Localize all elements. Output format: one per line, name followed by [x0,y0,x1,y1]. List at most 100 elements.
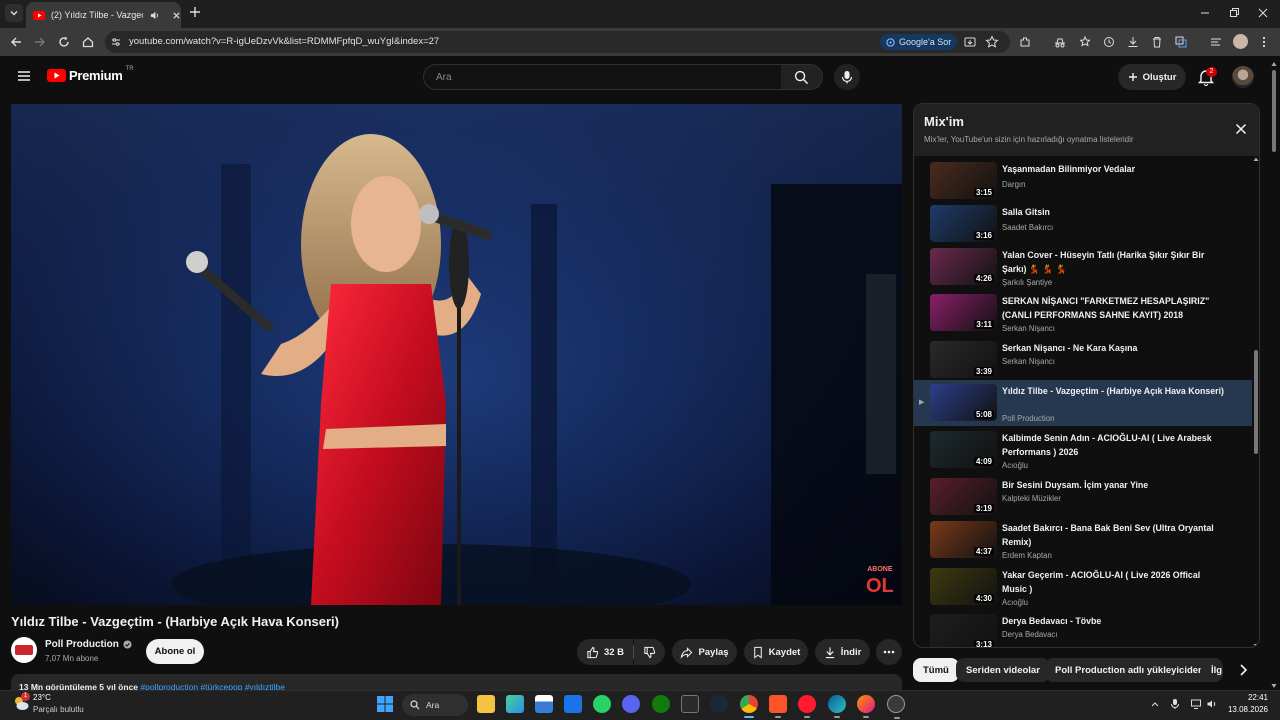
browser-tab-active[interactable]: (2) Yıldız Tilbe - Vazgeçtim [26,2,181,28]
playlist-item-now-playing[interactable]: ▶ 5:08 Yıldız Tilbe - Vazgeçtim - (Harbi… [914,380,1252,426]
playlist-scrollbar[interactable] [1252,156,1260,648]
url-text[interactable]: youtube.com/watch?v=R-igUeDzvVk&list=RDM… [129,36,439,47]
restore-icon[interactable] [1227,6,1241,20]
opera-icon[interactable] [798,695,816,718]
create-button[interactable]: Oluştur [1118,64,1186,90]
extensions-icon[interactable] [1018,35,1032,49]
reading-list-icon[interactable] [1209,35,1223,49]
edge-icon[interactable] [828,695,846,718]
channel-name[interactable]: Poll Production [45,639,132,650]
playlist-item-title: Saadet Bakırcı - Bana Bak Beni Sev (Ultr… [1002,523,1214,547]
close-tab-icon[interactable] [172,11,181,20]
discord-icon[interactable] [622,695,640,713]
playlist-item[interactable]: 3:19 Bir Sesini Duysam. İçim yanar Yine … [914,474,1252,520]
page-scrollbar[interactable] [1270,60,1278,690]
playlist-item-channel: Serkan Nişancı [1002,357,1055,366]
search-button[interactable] [781,64,823,90]
taskbar-search[interactable]: Ara [402,694,468,716]
network-icon[interactable] [1190,698,1202,710]
duration: 4:26 [973,274,994,283]
playlist-item[interactable]: 3:16 Salla Gitsin Saadet Bakırcı [914,201,1252,247]
hamburger-menu-icon[interactable] [16,68,32,84]
microphone-icon[interactable] [1169,698,1181,710]
chip-series-videos[interactable]: Seriden videolar [956,658,1050,682]
opera-gx-icon[interactable] [887,695,905,719]
copilot-icon[interactable] [506,695,524,713]
translate-icon[interactable] [1174,35,1188,49]
minimize-icon[interactable] [1198,6,1212,20]
like-button[interactable]: 32 B [577,639,633,665]
whatsapp-icon[interactable] [593,695,611,713]
more-actions-button[interactable] [876,639,902,665]
playlist-item[interactable]: 3:11 SERKAN NİŞANCI "FARKETMEZ HESAPLAŞI… [914,290,1252,336]
downloads-icon[interactable] [1126,35,1140,49]
dislike-button[interactable] [634,639,665,665]
outlook-icon[interactable] [564,695,582,713]
clock-time[interactable]: 22:41 [1240,693,1268,702]
forward-icon[interactable] [33,35,47,49]
playlist-item[interactable]: 4:09 Kalbimde Senin Adın - ACIOĞLU-AI ( … [914,427,1252,473]
country-code: TR [125,65,134,72]
brave-icon[interactable] [769,695,787,718]
chrome-icon[interactable] [740,695,758,718]
chevron-right-icon[interactable] [1233,660,1253,680]
profile-avatar[interactable] [1233,34,1248,49]
volume-icon[interactable] [1206,698,1218,710]
google-ask-button[interactable]: Google'a Sor [880,34,958,50]
history-icon[interactable] [1102,35,1116,49]
playlist-title: Mix'im [924,114,964,129]
playlist-item-title: SERKAN NİŞANCI "FARKETMEZ HESAPLAŞIRIZ" … [1002,296,1210,320]
more-menu-icon[interactable] [1257,35,1271,49]
xbox-icon[interactable] [652,695,670,713]
playlist-item[interactable]: 4:37 Saadet Bakırcı - Bana Bak Beni Sev … [914,517,1252,563]
weather-description[interactable]: Parçalı bulutlu [33,705,84,714]
tab-search-button[interactable] [5,4,23,22]
firefox-icon[interactable] [857,695,875,718]
save-button[interactable]: Kaydet [744,639,808,665]
account-avatar[interactable] [1232,66,1254,88]
incognito-icon[interactable] [1053,35,1067,49]
microsoft-store-icon[interactable] [535,695,553,713]
close-icon[interactable] [1234,122,1248,136]
bookmark-star-icon[interactable] [985,35,999,49]
site-settings-icon[interactable] [111,37,121,47]
install-app-icon[interactable] [963,35,977,49]
voice-search-button[interactable] [834,64,860,90]
chip-uploader-videos[interactable]: Poll Production adlı yükleyiciden [1045,658,1214,682]
bookmarks-icon[interactable] [1078,35,1092,49]
chip-related[interactable]: İlg [1201,658,1223,682]
share-button[interactable]: Paylaş [672,639,737,665]
channel-avatar[interactable] [11,637,37,663]
playlist-item[interactable]: 3:13 Derya Bedavacı - Tövbe Derya Bedava… [914,610,1252,647]
window-close-icon[interactable] [1256,6,1270,20]
playlist-item[interactable]: 4:30 Yakar Geçerim - ACIOĞLU-AI ( Live 2… [914,564,1252,610]
video-player[interactable] [11,104,902,605]
file-explorer-icon[interactable] [477,695,495,713]
home-icon[interactable] [81,35,95,49]
channel-name-text: Poll Production [45,639,119,650]
youtube-premium-logo[interactable]: Premium TR [47,65,134,83]
video-thumbnail: 5:08 [930,384,997,421]
duration: 3:11 [974,320,994,329]
playlist-item[interactable]: 3:39 Serkan Nişancı - Ne Kara Kaşına Ser… [914,337,1252,383]
download-button[interactable]: İndir [815,639,870,665]
playlist-item[interactable]: 3:15 Yaşanmadan Bilinmiyor Vedalar Dargı… [914,158,1252,204]
new-tab-icon[interactable] [188,5,202,19]
back-icon[interactable] [9,35,23,49]
video-thumbnail: 4:09 [930,431,997,468]
search-input[interactable]: Ara [423,64,782,90]
windows-start-icon[interactable] [376,695,394,713]
delete-icon[interactable] [1150,35,1164,49]
reload-icon[interactable] [57,35,71,49]
subscribe-button[interactable]: Abone ol [146,639,204,664]
chip-all[interactable]: Tümü [913,658,959,682]
show-hidden-icons-icon[interactable] [1149,698,1161,710]
weather-temperature[interactable]: 23°C [33,693,51,702]
taskbar-search-label: Ara [426,700,440,710]
steam-icon[interactable] [710,695,728,713]
playlist-item-title: Yıldız Tilbe - Vazgeçtim - (Harbiye Açık… [1002,386,1224,396]
playlist-item[interactable]: 4:26 Yalan Cover - Hüseyin Tatlı (Harika… [914,244,1252,290]
clock-date[interactable]: 13.08.2026 [1222,705,1268,714]
speaker-icon[interactable] [149,10,160,21]
epic-games-icon[interactable] [681,695,699,713]
